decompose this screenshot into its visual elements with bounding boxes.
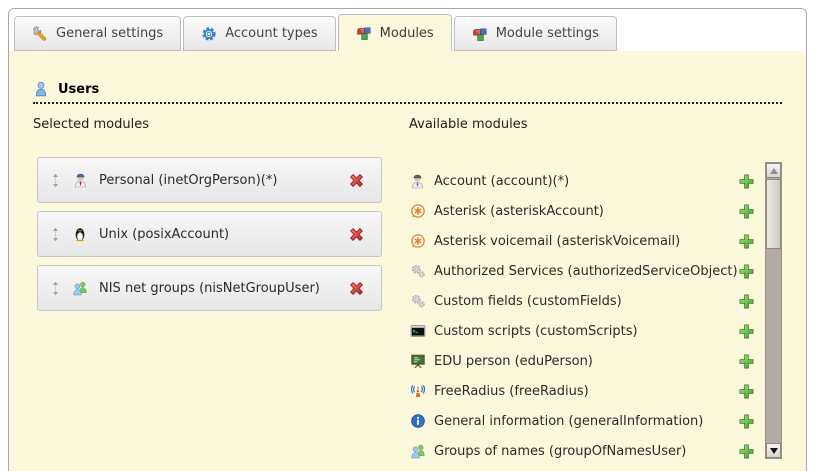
module-label: General information (generalInformation) bbox=[434, 414, 703, 429]
available-modules-list: Account (account)(*) Asterisk (asteriskA… bbox=[409, 166, 755, 466]
add-module-icon[interactable] bbox=[738, 233, 755, 250]
scrollbar-down-icon[interactable] bbox=[766, 443, 781, 458]
section-title: Users bbox=[58, 82, 99, 97]
available-modules-column: Available modules Account (account)(*) A… bbox=[409, 104, 782, 466]
module-label: Account (account)(*) bbox=[434, 174, 569, 189]
gear-gray-icon bbox=[409, 263, 426, 279]
module-label: Authorized Services (authorizedServiceOb… bbox=[434, 264, 738, 279]
available-module-row: Asterisk (asteriskAccount) bbox=[409, 196, 755, 226]
available-modules-scrollbar[interactable] bbox=[765, 162, 782, 459]
add-module-icon[interactable] bbox=[738, 383, 755, 400]
selected-module-row[interactable]: Personal (inetOrgPerson)(*) bbox=[37, 157, 382, 203]
module-label: Personal (inetOrgPerson)(*) bbox=[99, 173, 277, 188]
module-label: Custom scripts (customScripts) bbox=[434, 324, 638, 339]
add-module-icon[interactable] bbox=[738, 293, 755, 310]
tab-label: Module settings bbox=[496, 26, 599, 41]
tab-module-settings[interactable]: Module settings bbox=[454, 16, 617, 51]
tab-label: Account types bbox=[225, 26, 317, 41]
available-module-row: Account (account)(*) bbox=[409, 166, 755, 196]
available-modules-label: Available modules bbox=[409, 117, 782, 132]
terminal-icon bbox=[409, 323, 426, 339]
add-module-icon[interactable] bbox=[738, 203, 755, 220]
add-module-icon[interactable] bbox=[738, 263, 755, 280]
users-section-header: Users bbox=[33, 81, 782, 104]
scrollbar-thumb[interactable] bbox=[766, 179, 781, 249]
module-label: Unix (posixAccount) bbox=[99, 227, 229, 242]
add-module-icon[interactable] bbox=[738, 443, 755, 460]
chalkboard-icon bbox=[409, 353, 426, 369]
gear-gray-icon bbox=[409, 293, 426, 309]
group-icon bbox=[409, 443, 426, 459]
add-module-icon[interactable] bbox=[738, 353, 755, 370]
delete-module-icon[interactable] bbox=[347, 171, 366, 190]
group-icon bbox=[71, 280, 89, 296]
tab-general-settings[interactable]: General settings bbox=[14, 16, 181, 51]
module-label: FreeRadius (freeRadius) bbox=[434, 384, 589, 399]
available-module-row: Asterisk voicemail (asteriskVoicemail) bbox=[409, 226, 755, 256]
modules-icon bbox=[356, 25, 372, 41]
available-module-row: EDU person (eduPerson) bbox=[409, 346, 755, 376]
module-label: Custom fields (customFields) bbox=[434, 294, 622, 309]
wrench-icon bbox=[32, 26, 48, 42]
available-module-row: General information (generalInformation) bbox=[409, 406, 755, 436]
tab-label: General settings bbox=[56, 26, 163, 41]
asterisk-icon bbox=[409, 203, 426, 219]
drag-handle-icon[interactable] bbox=[49, 281, 62, 296]
tab-account-types[interactable]: Account types bbox=[183, 16, 335, 51]
info-icon bbox=[409, 413, 426, 429]
account-icon bbox=[409, 173, 426, 189]
antenna-icon bbox=[409, 383, 426, 399]
penguin-icon bbox=[71, 226, 89, 242]
modules-tab-content: Users Selected modules Personal (inetOrg… bbox=[9, 51, 806, 471]
modules-icon bbox=[472, 26, 488, 42]
selected-modules-label: Selected modules bbox=[33, 117, 382, 132]
add-module-icon[interactable] bbox=[738, 323, 755, 340]
module-label: EDU person (eduPerson) bbox=[434, 354, 593, 369]
selected-module-row[interactable]: Unix (posixAccount) bbox=[37, 211, 382, 257]
available-module-row: Custom fields (customFields) bbox=[409, 286, 755, 316]
selected-modules-column: Selected modules Personal (inetOrgPerson… bbox=[33, 104, 382, 466]
module-label: NIS net groups (nisNetGroupUser) bbox=[99, 281, 320, 296]
person-icon bbox=[71, 172, 89, 188]
delete-module-icon[interactable] bbox=[347, 225, 366, 244]
available-module-row: FreeRadius (freeRadius) bbox=[409, 376, 755, 406]
tab-modules[interactable]: Modules bbox=[338, 14, 452, 51]
drag-handle-icon[interactable] bbox=[49, 173, 62, 188]
config-window: General settings Account types Modules M… bbox=[8, 8, 807, 471]
add-module-icon[interactable] bbox=[738, 413, 755, 430]
module-label: Groups of names (groupOfNamesUser) bbox=[434, 444, 686, 459]
available-module-row: Groups of names (groupOfNamesUser) bbox=[409, 436, 755, 466]
tab-label: Modules bbox=[380, 26, 434, 41]
tab-bar: General settings Account types Modules M… bbox=[9, 9, 806, 51]
delete-module-icon[interactable] bbox=[347, 279, 366, 298]
scrollbar-up-icon[interactable] bbox=[766, 163, 781, 178]
drag-handle-icon[interactable] bbox=[49, 227, 62, 242]
available-module-row: Authorized Services (authorizedServiceOb… bbox=[409, 256, 755, 286]
gear-icon bbox=[201, 26, 217, 42]
user-icon bbox=[33, 81, 49, 97]
selected-module-row[interactable]: NIS net groups (nisNetGroupUser) bbox=[37, 265, 382, 311]
module-label: Asterisk voicemail (asteriskVoicemail) bbox=[434, 234, 680, 249]
module-label: Asterisk (asteriskAccount) bbox=[434, 204, 604, 219]
available-module-row: Custom scripts (customScripts) bbox=[409, 316, 755, 346]
asterisk-icon bbox=[409, 233, 426, 249]
add-module-icon[interactable] bbox=[738, 173, 755, 190]
